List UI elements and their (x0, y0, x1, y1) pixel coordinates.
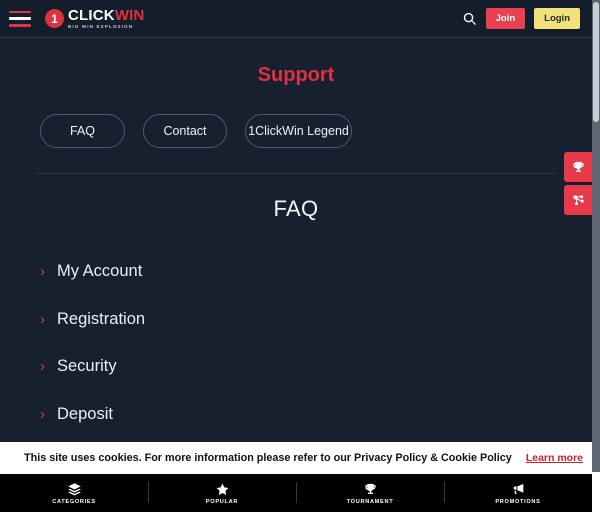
network-shortcut-button[interactable] (564, 185, 592, 215)
chevron-right-icon: › (40, 405, 45, 423)
join-button[interactable]: Join (485, 8, 526, 29)
nav-label: TOURNAMENT (346, 498, 394, 505)
network-icon (572, 194, 584, 205)
logo-badge: 1 (45, 9, 64, 28)
bottom-navigation: CATEGORIES POPULAR TOURNAMENT PROMOTIONS (0, 474, 592, 512)
faq-item-label: Deposit (57, 404, 113, 423)
tab-contact[interactable]: Contact (143, 114, 227, 148)
nav-item-promotions[interactable]: PROMOTIONS (444, 474, 592, 512)
page-scrollbar[interactable] (592, 0, 600, 512)
faq-item-label: My Account (57, 262, 143, 281)
faq-item-registration[interactable]: › Registration (0, 296, 592, 344)
nav-item-tournament[interactable]: TOURNAMENT (296, 474, 444, 512)
cookie-banner-text: This site uses cookies. For more informa… (24, 452, 512, 464)
tournament-shortcut-button[interactable] (564, 152, 592, 182)
page-title: Support (257, 64, 335, 86)
layers-icon (67, 482, 81, 495)
search-icon[interactable] (462, 11, 477, 26)
hamburger-icon[interactable] (9, 10, 31, 27)
logo-tagline: BIG WIN EXPLOSION (68, 23, 134, 29)
nav-label: CATEGORIES (52, 498, 96, 505)
nav-item-popular[interactable]: POPULAR (148, 474, 296, 512)
site-logo[interactable]: 1 CLICKWIN BIG WIN EXPLOSION (45, 8, 145, 30)
faq-item-deposit[interactable]: › Deposit (0, 391, 592, 439)
scrollbar-thumb[interactable] (593, 2, 599, 122)
faq-item-label: Registration (57, 309, 146, 328)
app-root: 1 CLICKWIN BIG WIN EXPLOSION Join Login … (0, 0, 600, 512)
trophy-icon (573, 161, 583, 172)
tab-faq[interactable]: FAQ (40, 114, 125, 148)
floating-side-buttons (564, 152, 592, 215)
hamburger-line (9, 23, 31, 27)
megaphone-icon (513, 484, 524, 495)
learn-more-link[interactable]: Learn more (526, 452, 583, 464)
header-actions: Join Login (462, 8, 580, 29)
support-tabs: FAQ Contact 1ClickWin Legend (0, 114, 592, 148)
logo-wordmark: CLICKWIN (68, 8, 145, 23)
main-content: Support FAQ Contact 1ClickWin Legend FAQ… (0, 38, 592, 512)
chevron-right-icon: › (40, 358, 45, 376)
logo-word-click: CLICK (68, 6, 115, 24)
trophy-icon (365, 483, 375, 494)
hamburger-line (9, 17, 31, 20)
chevron-right-icon: › (40, 263, 45, 281)
faq-item-security[interactable]: › Security (0, 343, 592, 391)
hamburger-line (9, 10, 31, 14)
login-button[interactable]: Login (534, 8, 580, 29)
chevron-right-icon: › (40, 310, 45, 328)
cookie-consent-banner: This site uses cookies. For more informa… (0, 442, 600, 474)
nav-label: POPULAR (205, 498, 239, 505)
nav-label: PROMOTIONS (495, 499, 541, 505)
faq-item-label: Security (57, 357, 117, 376)
faq-heading: FAQ (273, 196, 319, 221)
tab-1clickwin-legend[interactable]: 1ClickWin Legend (245, 114, 352, 148)
faq-item-my-account[interactable]: › My Account (0, 248, 592, 296)
logo-text: CLICKWIN BIG WIN EXPLOSION (68, 8, 145, 30)
site-header: 1 CLICKWIN BIG WIN EXPLOSION Join Login (0, 0, 592, 38)
logo-word-win: WIN (114, 6, 145, 24)
scrollbar-bottom-cap (592, 472, 600, 512)
star-icon (216, 483, 228, 495)
nav-item-categories[interactable]: CATEGORIES (0, 474, 148, 512)
section-divider (37, 173, 555, 174)
